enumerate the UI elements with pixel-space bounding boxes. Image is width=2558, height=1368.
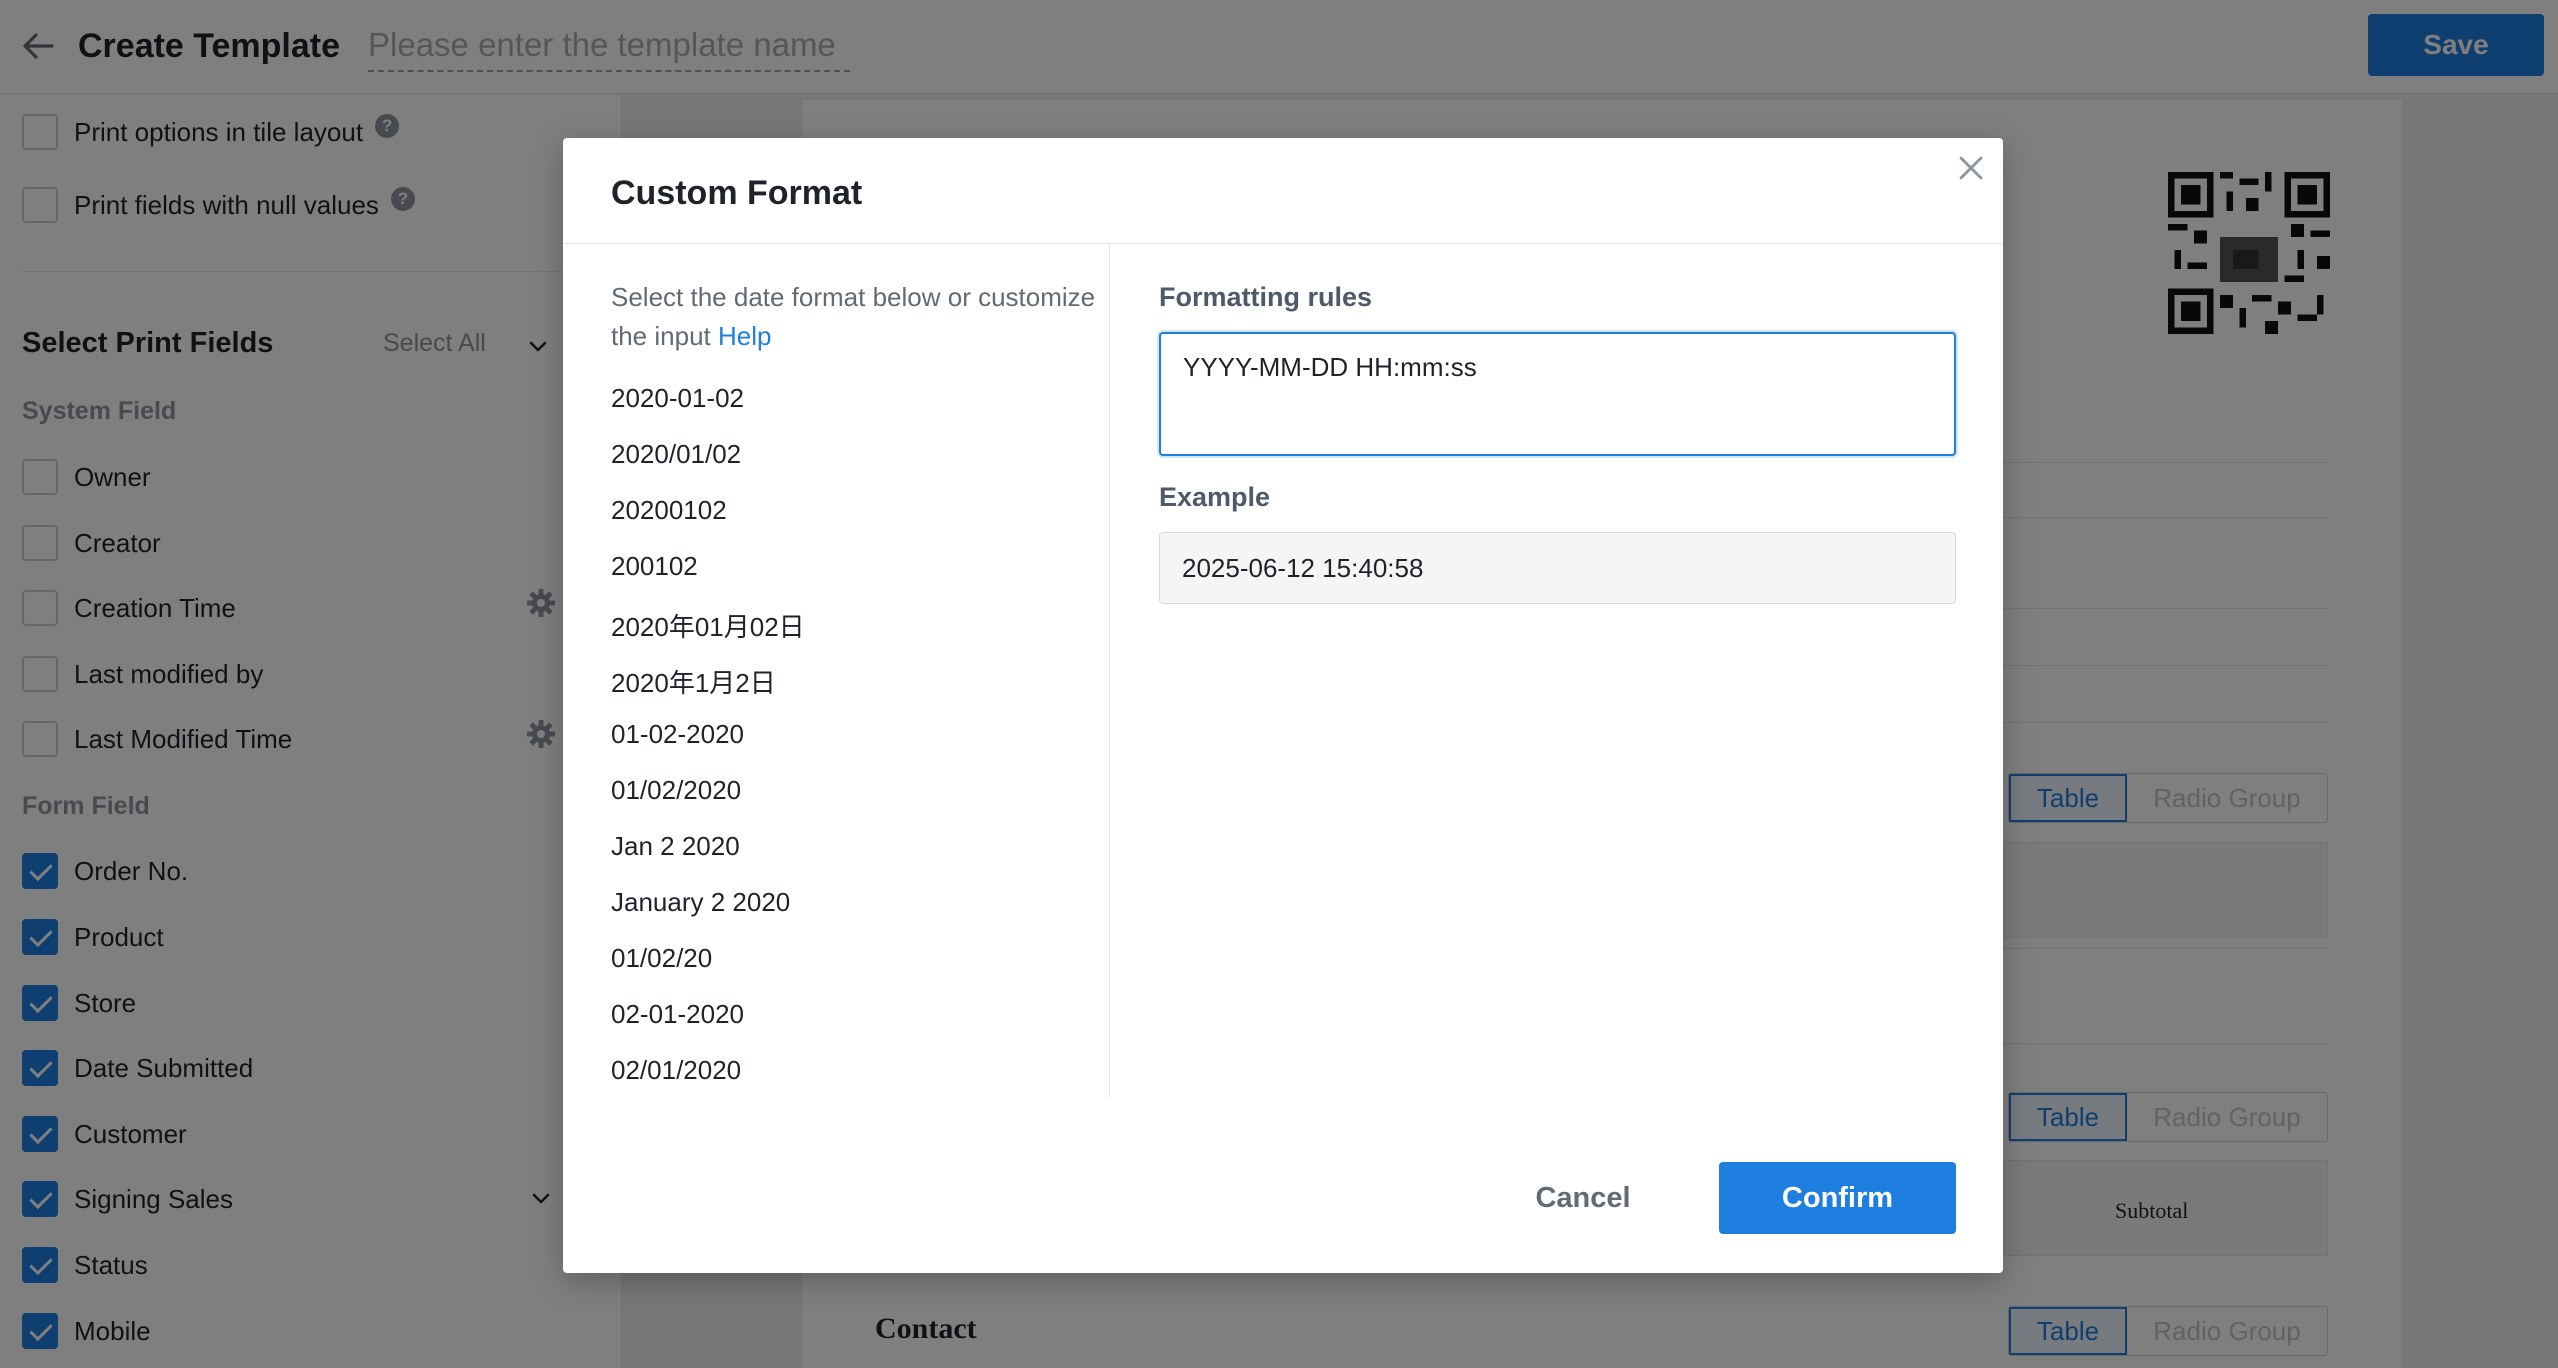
dialog-header-divider: [563, 243, 2003, 244]
format-option[interactable]: 02-01-2020: [611, 999, 744, 1030]
format-option[interactable]: 2020年1月2日: [611, 663, 776, 700]
help-link[interactable]: Help: [718, 321, 771, 351]
dialog-column-divider: [1109, 244, 1110, 1098]
format-option[interactable]: 200102: [611, 551, 698, 582]
cancel-button[interactable]: Cancel: [1493, 1162, 1673, 1234]
format-option[interactable]: 2020-01-02: [611, 383, 744, 414]
format-option[interactable]: 01-02-2020: [611, 719, 744, 750]
example-label: Example: [1159, 482, 1271, 512]
format-option[interactable]: 01/02/20: [611, 943, 712, 974]
format-option[interactable]: 01/02/2020: [611, 775, 741, 806]
formatting-rules-label: Formatting rules: [1159, 282, 1373, 312]
format-option[interactable]: 02/01/2020: [611, 1055, 741, 1086]
example-output: 2025-06-12 15:40:58: [1159, 532, 1956, 604]
dialog-title: Custom Format: [611, 174, 863, 212]
custom-format-dialog: Custom Format Select the date format bel…: [563, 138, 2003, 1273]
format-option[interactable]: January 2 2020: [611, 887, 790, 918]
format-option[interactable]: 2020年01月02日: [611, 607, 805, 644]
format-option[interactable]: 2020/01/02: [611, 439, 741, 470]
confirm-button[interactable]: Confirm: [1719, 1162, 1956, 1234]
format-option[interactable]: Jan 2 2020: [611, 831, 740, 862]
format-intro: Select the date format below or customiz…: [611, 278, 1101, 356]
close-icon[interactable]: [1953, 150, 1989, 186]
formatting-rules-input[interactable]: YYYY-MM-DD HH:mm:ss: [1159, 332, 1956, 456]
intro-text: Select the date format below or customiz…: [611, 282, 1096, 351]
format-option[interactable]: 20200102: [611, 495, 727, 526]
